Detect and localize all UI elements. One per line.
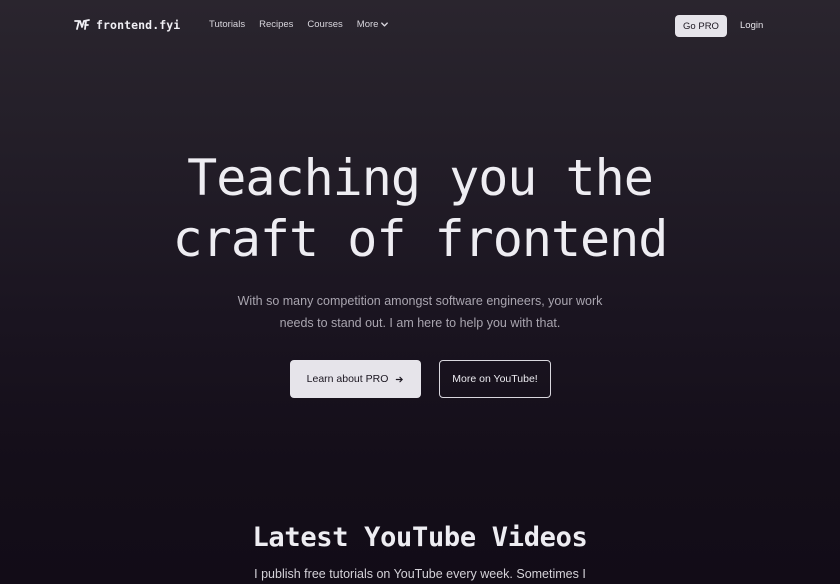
learn-about-pro-label: Learn about PRO — [306, 373, 389, 385]
hero-title-line-1: Teaching you the — [187, 149, 654, 207]
learn-about-pro-button[interactable]: Learn about PRO — [290, 360, 421, 398]
logo-link[interactable]: frontend.fyi — [74, 17, 180, 33]
logo-text: frontend.fyi — [96, 18, 181, 32]
main-nav: Tutorials Recipes Courses More — [209, 19, 403, 30]
page: frontend.fyi Tutorials Recipes Courses M… — [0, 0, 840, 584]
site-header: frontend.fyi Tutorials Recipes Courses M… — [0, 0, 840, 52]
hero-subtitle: With so many competition amongst softwar… — [220, 290, 620, 334]
hero-title-line-2: craft of frontend — [172, 210, 669, 268]
arrow-right-icon — [396, 376, 404, 382]
nav-item-courses[interactable]: Courses — [307, 19, 342, 30]
hero-title: Teaching you the craft of frontend — [0, 148, 840, 270]
latest-videos-title: Latest YouTube Videos — [252, 522, 588, 553]
login-link[interactable]: Login — [740, 20, 763, 31]
chevron-down-icon — [381, 22, 389, 27]
nav-item-more[interactable]: More — [357, 19, 390, 30]
hero-subtitle-line-2: needs to stand out. I am here to help yo… — [279, 316, 561, 330]
latest-videos-subtitle: I publish free tutorials on YouTube ever… — [254, 567, 586, 581]
nav-item-recipes[interactable]: Recipes — [259, 19, 293, 30]
frontend-fyi-logo-icon — [74, 19, 90, 30]
more-on-youtube-button[interactable]: More on YouTube! — [439, 360, 551, 398]
go-pro-button[interactable]: Go PRO — [675, 15, 727, 37]
nav-item-tutorials[interactable]: Tutorials — [209, 19, 245, 30]
nav-item-more-label: More — [356, 19, 379, 30]
hero-subtitle-line-1: With so many competition amongst softwar… — [237, 294, 603, 308]
